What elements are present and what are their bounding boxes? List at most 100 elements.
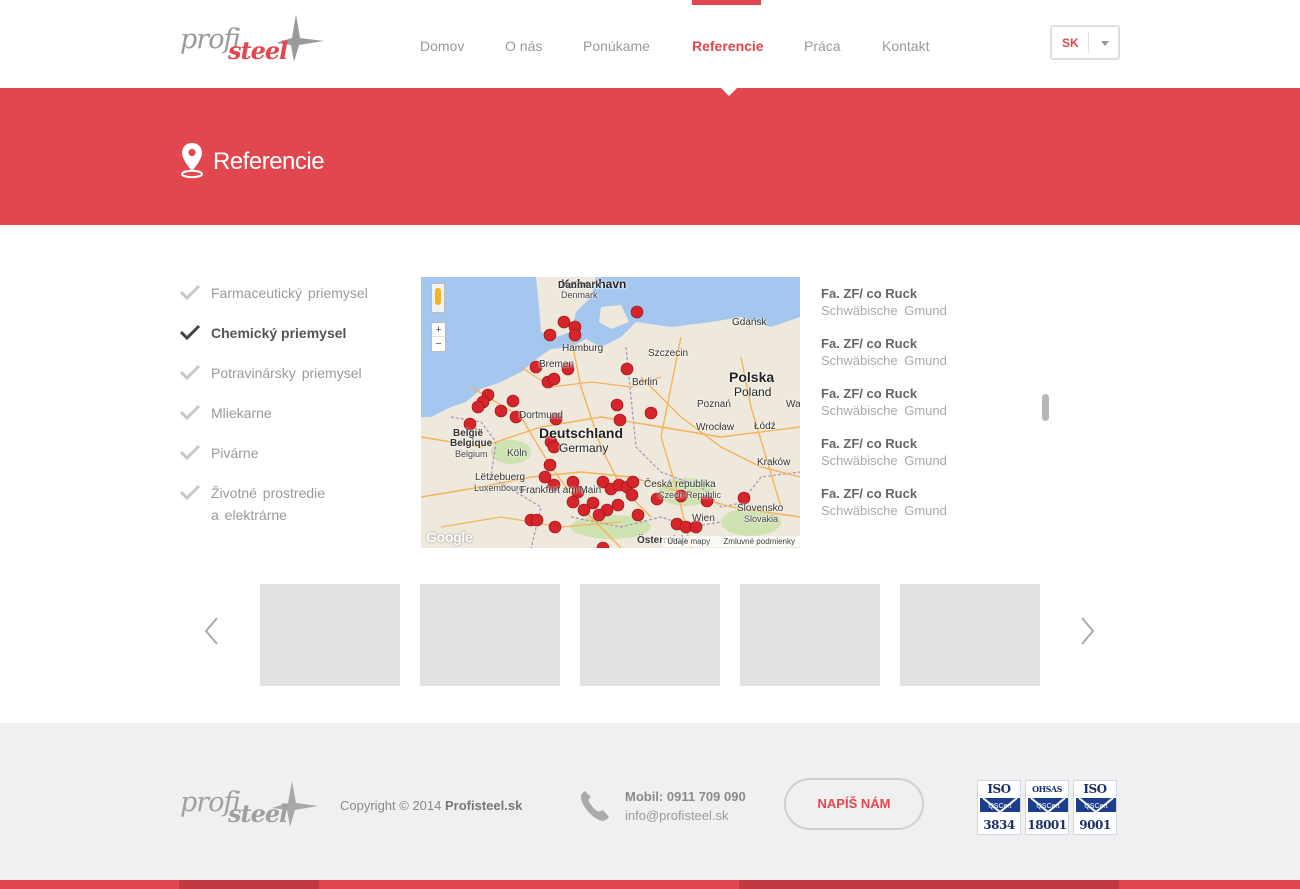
- map-terms[interactable]: Údaje mapy Zmluvné podmienky: [662, 536, 800, 547]
- mobile-number[interactable]: Mobil: 0911 709 090: [625, 787, 746, 806]
- map-label: Lëtzebuerg: [475, 472, 526, 483]
- nav-pointer-notch: [721, 88, 737, 96]
- check-icon: [180, 444, 200, 460]
- reference-company: Fa. ZF/ co Ruck: [821, 436, 918, 451]
- reference-city: Schwäbische Gmund: [821, 303, 947, 318]
- gallery-thumbnail[interactable]: [900, 584, 1040, 686]
- footer-logo[interactable]: profi steel: [178, 779, 324, 831]
- nav-item-praca[interactable]: Práca: [804, 38, 841, 54]
- map-label: Łódź: [754, 421, 776, 432]
- logo-word-steel: steel: [228, 799, 288, 828]
- nav-item-o-nas[interactable]: O nás: [505, 38, 542, 54]
- copyright-text: Copyright © 2014: [340, 798, 445, 813]
- reference-city: Schwäbische Gmund: [821, 403, 947, 418]
- nav-item-domov[interactable]: Domov: [420, 38, 464, 54]
- email-address[interactable]: info@profisteel.sk: [625, 806, 746, 825]
- zoom-in-button[interactable]: +: [432, 323, 445, 337]
- map-data-link[interactable]: Údaje mapy: [667, 537, 710, 546]
- cert-badge-text: QSCert: [988, 803, 1011, 810]
- check-icon: [180, 364, 200, 380]
- check-icon: [180, 324, 200, 340]
- map-label: Berlin: [632, 377, 658, 388]
- check-icon: [180, 404, 200, 420]
- map-label: Poland: [734, 385, 772, 399]
- map-label: Belgique: [450, 438, 493, 449]
- nav-item-ponukame[interactable]: Ponúkame: [583, 38, 650, 54]
- map-label: Poznań: [697, 399, 731, 410]
- phone-icon: [581, 791, 609, 821]
- cert-bottom: 3834: [983, 818, 1015, 832]
- bottom-accent-bar: [0, 880, 1300, 889]
- map-label: Česká republika: [644, 479, 716, 490]
- reference-company: Fa. ZF/ co Ruck: [821, 336, 918, 351]
- map-label: Denmark: [561, 290, 598, 300]
- cert-top: OHSAS: [1032, 784, 1062, 794]
- chevron-left-icon[interactable]: [203, 616, 219, 646]
- map-label: Szczecin: [648, 348, 689, 359]
- zoom-out-button[interactable]: −: [435, 338, 441, 350]
- map-label: Wrocław: [696, 422, 735, 433]
- gallery-thumbnail[interactable]: [260, 584, 400, 686]
- street-view-pegman-icon[interactable]: [431, 283, 445, 313]
- chevron-down-icon: [1101, 41, 1109, 46]
- reference-item[interactable]: Fa. ZF/ co Ruck Schwäbische Gmund: [821, 486, 947, 519]
- reference-company: Fa. ZF/ co Ruck: [821, 286, 918, 301]
- profisteel-logo[interactable]: profi steel: [178, 14, 324, 66]
- map-pin-icon: [181, 143, 203, 179]
- nav-item-kontakt[interactable]: Kontakt: [882, 38, 929, 54]
- reference-item[interactable]: Fa. ZF/ co Ruck Schwäbische Gmund: [821, 286, 947, 319]
- reference-city: Schwäbische Gmund: [821, 353, 947, 368]
- copyright: Copyright © 2014 Profisteel.sk: [340, 798, 522, 813]
- map-label: Polska: [729, 369, 775, 385]
- reference-list-scrollbar[interactable]: [1042, 394, 1049, 421]
- cert-bottom: 18001: [1027, 818, 1067, 832]
- page-banner: Referencie: [0, 88, 1300, 225]
- copyright-brand: Profisteel.sk: [444, 798, 523, 813]
- qscert-ribbon-icon: QSCert: [980, 797, 1020, 814]
- gallery-thumbnail[interactable]: [420, 584, 560, 686]
- page-title: Referencie: [213, 148, 325, 175]
- language-select[interactable]: SK: [1050, 25, 1120, 60]
- map-label: Wien: [692, 513, 715, 524]
- reference-city: Schwäbische Gmund: [821, 453, 947, 468]
- ohsas-18001-badge: OHSAS QSCert 18001: [1025, 780, 1069, 835]
- map-label: Dortmund: [519, 410, 563, 421]
- category-label: Životné prostredie: [211, 485, 326, 501]
- map-label: Luxembourg: [474, 483, 525, 493]
- gallery-thumbnail[interactable]: [740, 584, 880, 686]
- reference-city: Schwäbische Gmund: [821, 503, 947, 518]
- nav-item-referencie[interactable]: Referencie: [692, 38, 764, 54]
- reference-item[interactable]: Fa. ZF/ co Ruck Schwäbische Gmund: [821, 436, 947, 469]
- map-zoom-control[interactable]: + −: [431, 322, 446, 352]
- map-label: Warszawa: [786, 399, 800, 410]
- map-label: Czech Republic: [658, 490, 722, 500]
- check-icon: [180, 284, 200, 300]
- language-code: SK: [1062, 36, 1079, 50]
- map-label: Slovensko: [737, 503, 784, 514]
- language-divider: [1088, 32, 1089, 53]
- map-label: Bremen: [539, 359, 575, 370]
- map-label: Hamburg: [562, 343, 604, 354]
- nav-active-indicator: [692, 0, 761, 5]
- qscert-ribbon-icon: QSCert: [1076, 797, 1116, 814]
- map-label: Kraków: [757, 457, 791, 468]
- cert-bottom: 9001: [1079, 818, 1111, 832]
- terms-link[interactable]: Zmluvné podmienky: [723, 537, 795, 546]
- reference-company: Fa. ZF/ co Ruck: [821, 486, 918, 501]
- map-label: Belgium: [455, 449, 488, 459]
- reference-company: Fa. ZF/ co Ruck: [821, 386, 918, 401]
- category-label: Mliekarne: [211, 405, 272, 421]
- map-label: Germany: [559, 441, 609, 455]
- reference-item[interactable]: Fa. ZF/ co Ruck Schwäbische Gmund: [821, 386, 947, 419]
- write-us-button[interactable]: NAPÍŠ NÁM: [784, 778, 924, 830]
- category-label: Potravinársky priemysel: [211, 365, 362, 381]
- logo-word-steel: steel: [228, 36, 288, 65]
- map-label: Köln: [507, 448, 528, 459]
- category-label-line2: a elektrárne: [211, 507, 287, 523]
- reference-item[interactable]: Fa. ZF/ co Ruck Schwäbische Gmund: [821, 336, 947, 369]
- reference-map[interactable]: + − København Danmark Denmark Hamburg Sz…: [421, 277, 800, 548]
- gallery-thumbnail[interactable]: [580, 584, 720, 686]
- site-header: profi steel Domov O nás Ponúkame Referen…: [0, 0, 1300, 88]
- chevron-right-icon[interactable]: [1080, 616, 1096, 646]
- map-label: Gdańsk: [732, 317, 767, 328]
